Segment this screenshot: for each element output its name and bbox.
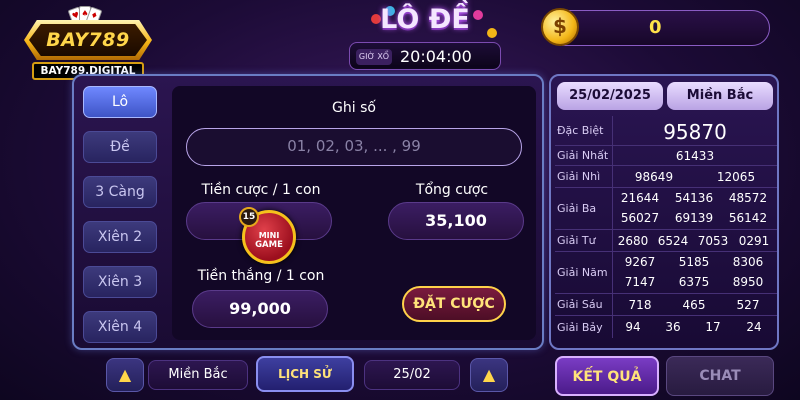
prize-value: 5185 — [678, 255, 710, 269]
logo-brand-text: BAY789 — [29, 24, 147, 56]
prize-value: 48572 — [728, 191, 768, 205]
prize-value: 94 — [625, 320, 641, 334]
lottery-ball-icon — [487, 28, 497, 38]
table-row: Giải Bảy 94 36 17 24 — [555, 316, 777, 338]
bet-type-lo[interactable]: Lô — [83, 86, 157, 118]
prize-value: 61433 — [675, 149, 715, 163]
mini-game-badge: 15 — [239, 207, 259, 227]
prize-value: 6524 — [657, 234, 689, 248]
prize-value: 56142 — [728, 211, 768, 225]
region-select[interactable]: Miền Bắc — [148, 360, 248, 390]
prize-value: 2680 — [617, 234, 649, 248]
results-table: Đặc Biệt 95870 Giải Nhất 61433 Giải Nhì … — [555, 116, 777, 338]
prize-value: 7147 — [624, 275, 656, 289]
results-date[interactable]: 25/02/2025 — [557, 82, 663, 110]
prize-value: 98649 — [634, 170, 674, 184]
win-label: Tiền thắng / 1 con — [197, 268, 325, 284]
table-row: Đặc Biệt 95870 — [555, 116, 777, 146]
prize-value: 69139 — [674, 211, 714, 225]
results-panel: 25/02/2025 Miền Bắc Đặc Biệt 95870 Giải … — [549, 74, 779, 350]
mini-game-label: MINI — [258, 231, 280, 240]
bet-type-xien-3[interactable]: Xiên 3 — [83, 266, 157, 298]
chevron-up-icon: ▲ — [482, 365, 496, 384]
win-value: 99,000 — [192, 290, 328, 328]
prize-label: Đặc Biệt — [555, 116, 613, 145]
total-value: 35,100 — [388, 202, 524, 240]
bet-type-de[interactable]: Đề — [83, 131, 157, 163]
number-input[interactable]: 01, 02, 03, ... , 99 — [186, 128, 522, 166]
chevron-up-icon: ▲ — [118, 365, 132, 384]
brand-logo: ♥ ♠ ♦ BAY789 BAY789.DIGITAL — [18, 6, 158, 80]
prize-value: 12065 — [716, 170, 756, 184]
stake-label: Tiền cược / 1 con — [201, 182, 321, 198]
coin-icon: $ — [541, 8, 579, 46]
draw-time-value: 20:04:00 — [400, 47, 472, 66]
prize-value: 527 — [736, 298, 760, 312]
prize-value: 0291 — [738, 234, 770, 248]
date-up-button[interactable]: ▲ — [470, 358, 508, 392]
prize-label: Giải Sáu — [555, 294, 613, 315]
place-bet-button[interactable]: ĐẶT CƯỢC — [402, 286, 506, 322]
total-label: Tổng cược — [415, 182, 489, 198]
table-row: Giải Ba 21644 54136 48572 56027 69139 56… — [555, 188, 777, 230]
table-row: Giải Năm 9267 5185 8306 7147 6375 8950 — [555, 252, 777, 294]
bet-history-button[interactable]: LỊCH SỬ CƯỢC — [256, 356, 354, 400]
tab-chat[interactable]: CHAT — [666, 356, 774, 396]
bet-type-xien-2[interactable]: Xiên 2 — [83, 221, 157, 253]
prize-value: 8950 — [732, 275, 764, 289]
prize-label: Giải Nhất — [555, 146, 613, 165]
prize-value: 17 — [705, 320, 721, 334]
prize-value: 718 — [628, 298, 652, 312]
prize-value: 54136 — [674, 191, 714, 205]
bet-panel: Lô Đề 3 Càng Xiên 2 Xiên 3 Xiên 4 Ghi số… — [72, 74, 544, 350]
tab-results[interactable]: KẾT QUẢ — [555, 356, 659, 396]
game-header: LÔ ĐỀ GIỜ XỔ 20:04:00 — [345, 0, 505, 70]
bottom-bar: ▲ Miền Bắc LỊCH SỬ CƯỢC 25/02 ▲ — [96, 352, 516, 400]
date-select[interactable]: 25/02 — [364, 360, 460, 390]
prize-value: 36 — [665, 320, 681, 334]
table-row: Giải Sáu 718 465 527 — [555, 294, 777, 316]
prize-value: 7053 — [697, 234, 729, 248]
prize-value: 465 — [682, 298, 706, 312]
table-row: Giải Nhất 61433 — [555, 146, 777, 166]
prize-label: Giải Năm — [555, 252, 613, 293]
table-row: Giải Nhì 98649 12065 — [555, 166, 777, 188]
mini-game-label: GAME — [255, 240, 283, 250]
prize-value: 21644 — [620, 191, 660, 205]
prize-value: 9267 — [624, 255, 656, 269]
prize-label: Giải Tư — [555, 230, 613, 251]
region-up-button[interactable]: ▲ — [106, 358, 144, 392]
prize-value: 56027 — [620, 211, 660, 225]
prize-value: 6375 — [678, 275, 710, 289]
prize-label: Giải Ba — [555, 188, 613, 229]
prize-value: 24 — [746, 320, 762, 334]
bet-form: Ghi số 01, 02, 03, ... , 99 Tiền cược / … — [172, 86, 536, 340]
draw-time-bar: GIỜ XỔ 20:04:00 — [349, 42, 501, 70]
table-row: Giải Tư 2680 6524 7053 0291 — [555, 230, 777, 252]
page-title: LÔ ĐỀ — [380, 4, 470, 35]
prize-label: Giải Bảy — [555, 316, 613, 338]
results-region[interactable]: Miền Bắc — [667, 82, 773, 110]
balance-value: 0 — [649, 17, 662, 38]
prize-value: 95870 — [663, 120, 727, 144]
balance-display[interactable]: $ 0 — [541, 8, 770, 46]
number-label: Ghi số — [332, 100, 376, 116]
prize-value: 8306 — [732, 255, 764, 269]
bet-type-xien-4[interactable]: Xiên 4 — [83, 311, 157, 343]
draw-time-label: GIỜ XỔ — [356, 49, 392, 65]
prize-label: Giải Nhì — [555, 166, 613, 187]
mini-game-button[interactable]: 15 MINI GAME — [239, 207, 296, 264]
bet-type-3-cang[interactable]: 3 Càng — [83, 176, 157, 208]
